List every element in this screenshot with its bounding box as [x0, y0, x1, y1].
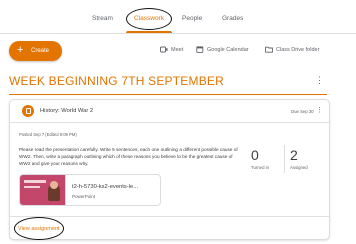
assigned-count: 2: [290, 147, 298, 163]
due-date: Due Sep 30: [291, 109, 314, 114]
tab-grades[interactable]: Grades: [222, 15, 243, 22]
active-tab-indicator: [126, 31, 172, 33]
drive-folder-icon: [265, 46, 273, 53]
turned-in-label: Turned in: [251, 165, 269, 170]
turned-in-count: 0: [251, 147, 259, 163]
assignment-title: History: World War 2: [40, 108, 94, 114]
attachment-type: PowerPoint: [72, 194, 96, 199]
turned-in-stat[interactable]: 0 Turned in: [248, 147, 282, 173]
create-button-label: Create: [31, 48, 50, 54]
topic-divider: [9, 94, 327, 95]
video-camera-icon: [160, 46, 168, 53]
handdrawn-circle-annotation: [126, 8, 172, 30]
drive-folder-label: Class Drive folder: [276, 46, 320, 53]
attachment-name: t2-h-5730-ks2-events-le...: [72, 184, 139, 190]
assignment-card: History: World War 2 Due Sep 30 ⋮ Posted…: [9, 99, 330, 240]
stat-divider: [284, 145, 285, 173]
assigned-label: Assigned: [290, 165, 308, 170]
calendar-label: Google Calendar: [207, 46, 249, 53]
assigned-stat[interactable]: 2 Assigned: [287, 147, 321, 173]
posted-date: Posted Sep 7 (Edited 9:09 PM): [19, 132, 77, 137]
create-button[interactable]: + Create: [9, 41, 62, 61]
assignment-card-header[interactable]: History: World War 2 Due Sep 30 ⋮: [10, 100, 329, 123]
plus-icon: +: [17, 44, 24, 56]
topic-more-options-icon[interactable]: ⋮: [315, 75, 324, 86]
assignment-description: Please read the presentation carefully. …: [19, 147, 238, 166]
meet-link[interactable]: Meet: [160, 46, 183, 53]
assignment-more-options-icon[interactable]: ⋮: [316, 106, 323, 114]
handdrawn-circle-annotation: [14, 217, 64, 240]
google-calendar-link[interactable]: Google Calendar: [196, 46, 249, 53]
attachment-card[interactable]: t2-h-5730-ks2-events-le... PowerPoint: [19, 174, 161, 206]
attachment-thumbnail: [20, 175, 66, 205]
class-drive-folder-link[interactable]: Class Drive folder: [265, 46, 319, 53]
meet-label: Meet: [171, 46, 184, 53]
assignment-icon: [22, 105, 34, 117]
tab-people[interactable]: People: [182, 15, 202, 22]
tab-stream[interactable]: Stream: [92, 15, 113, 22]
card-footer-divider: [10, 216, 329, 217]
top-tab-bar: Stream Classwork People Grades: [0, 0, 356, 34]
calendar-icon: [196, 46, 204, 53]
topic-title: WEEK BEGINNING 7TH SEPTEMBER: [9, 74, 224, 88]
